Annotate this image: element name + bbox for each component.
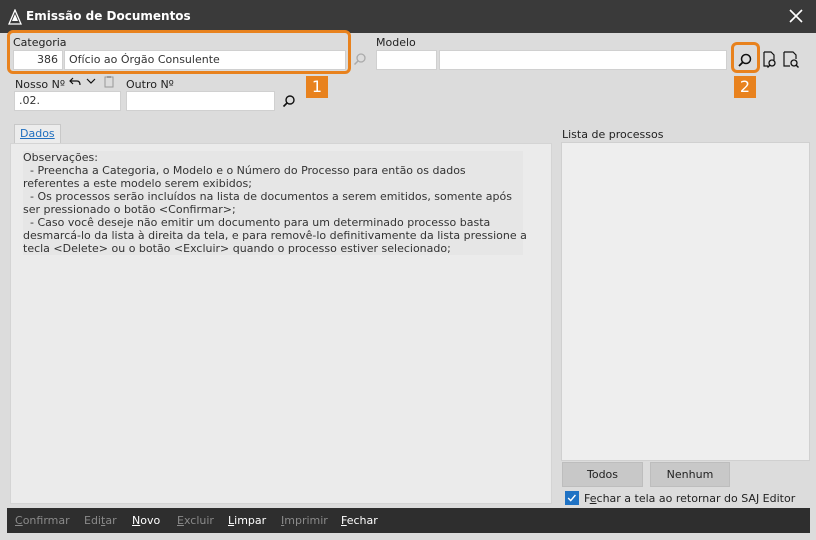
novo-post: ovo <box>140 514 161 527</box>
nosso-no-label: Nosso Nº <box>15 78 66 91</box>
confirmar-post: onfirmar <box>22 514 70 527</box>
confirmar-button[interactable]: Confirmar <box>15 514 70 527</box>
fechar-tela-label[interactable]: Fechar a tela ao retornar do SAJ Editor <box>584 492 795 505</box>
checkmark-icon <box>567 494 576 502</box>
bottom-toolbar: Confirmar Editar Novo Excluir Limpar Imp… <box>7 508 810 533</box>
editar-button[interactable]: Editar <box>84 514 117 527</box>
lista-processos-label: Lista de processos <box>562 128 664 141</box>
imprimir-button[interactable]: Imprimir <box>281 514 328 527</box>
callout-1: 1 <box>306 76 328 98</box>
excluir-post: xcluir <box>183 514 214 527</box>
document-search-icon[interactable] <box>761 51 777 69</box>
modelo-label: Modelo <box>376 36 416 49</box>
novo-button[interactable]: Novo <box>132 514 160 527</box>
outro-no-label: Outro Nº <box>126 78 174 91</box>
todos-button[interactable]: Todos <box>562 462 643 487</box>
outro-no-search-icon[interactable] <box>282 94 296 108</box>
modelo-search-highlight <box>731 42 760 73</box>
app-logo-icon <box>8 9 22 25</box>
title-bar: Emissão de Documentos <box>0 0 816 33</box>
document-preview-icon[interactable] <box>782 51 800 69</box>
excluir-button[interactable]: Excluir <box>177 514 214 527</box>
novo-accel: N <box>132 514 141 527</box>
undo-icon[interactable] <box>68 76 82 88</box>
window-title: Emissão de Documentos <box>26 9 191 23</box>
limpar-button[interactable]: Limpar <box>228 514 266 527</box>
limpar-post: impar <box>234 514 267 527</box>
fechar-tela-label-accel: e <box>589 492 597 505</box>
excluir-accel: E <box>177 514 184 527</box>
lista-processos-list[interactable] <box>561 142 810 461</box>
fechar-tela-label-post: char a tela ao retornar do SAJ Editor <box>596 492 796 505</box>
observacoes-text: Observações: - Preencha a Categoria, o M… <box>23 151 527 255</box>
callout-2: 2 <box>734 76 756 98</box>
modelo-description-input[interactable] <box>439 50 727 70</box>
categoria-search-icon[interactable] <box>353 52 367 66</box>
clipboard-icon[interactable] <box>103 75 115 88</box>
close-icon[interactable] <box>786 6 806 26</box>
modelo-code-input[interactable] <box>376 50 437 70</box>
outro-no-input[interactable] <box>126 91 275 111</box>
imprimir-post: mprimir <box>284 514 328 527</box>
editar-post: ar <box>105 514 117 527</box>
fechar-post: echar <box>346 514 378 527</box>
tab-dados[interactable]: Dados <box>14 124 61 144</box>
fechar-tela-checkbox[interactable] <box>565 491 579 505</box>
categoria-highlight <box>7 30 351 74</box>
confirmar-accel: C <box>15 514 23 527</box>
nosso-no-input[interactable]: .02. <box>14 91 121 111</box>
chevron-down-icon[interactable] <box>85 76 97 86</box>
editar-pre: Edi <box>84 514 101 527</box>
dados-panel: Observações: - Preencha a Categoria, o M… <box>10 143 552 504</box>
nenhum-button[interactable]: Nenhum <box>650 462 730 487</box>
fechar-button[interactable]: Fechar <box>341 514 378 527</box>
